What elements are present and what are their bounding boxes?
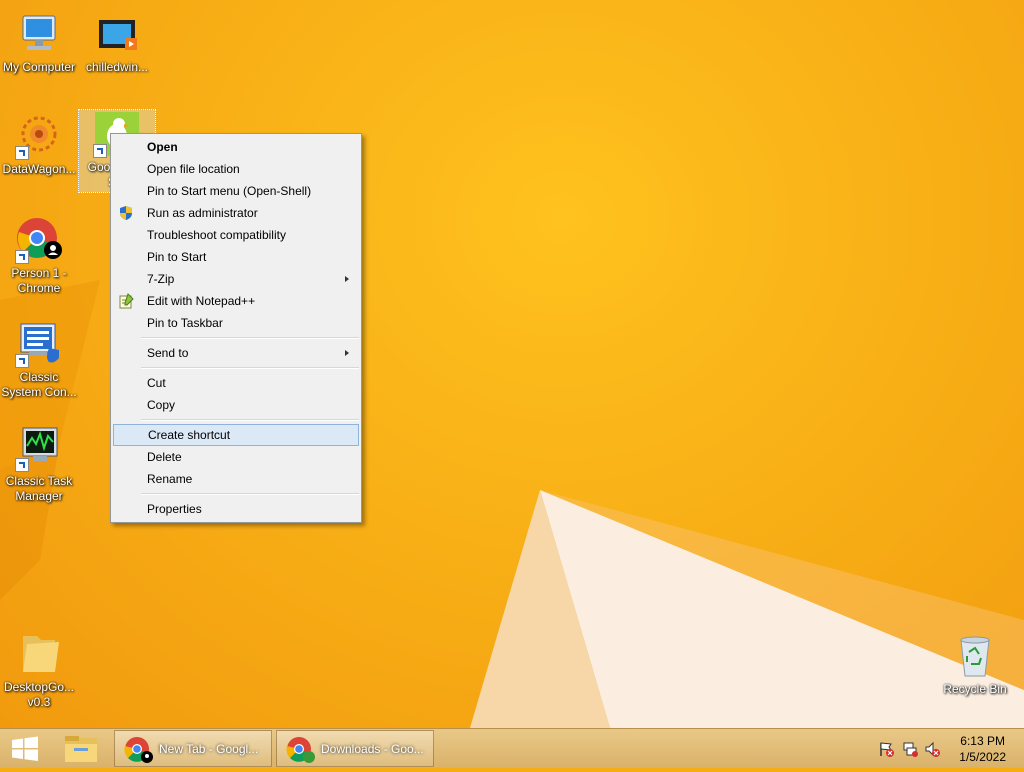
computer-icon: [15, 10, 63, 58]
taskbar: New Tab - Googl... Downloads - Goo... 6:…: [0, 728, 1024, 768]
menu-item-label: Create shortcut: [148, 428, 231, 442]
clock-date: 1/5/2022: [959, 750, 1006, 764]
desktop-icon-label: Classic Task Manager: [5, 474, 73, 503]
menu-item-open-file-location[interactable]: Open file location: [113, 158, 359, 180]
menu-item-pin-start-open-shell[interactable]: Pin to Start menu (Open-Shell): [113, 180, 359, 202]
system-tray: 6:13 PM 1/5/2022: [864, 729, 1024, 769]
menu-item-7zip[interactable]: 7-Zip: [113, 268, 359, 290]
desktop-icon-label: DesktopGo... v0.3: [3, 680, 75, 709]
menu-separator: [141, 337, 359, 339]
start-button[interactable]: [0, 730, 50, 767]
desktop-icon-label: chilledwin...: [85, 60, 149, 74]
desktop-icon-classic-task-manager[interactable]: Classic Task Manager: [0, 424, 78, 504]
menu-item-label: Cut: [147, 376, 166, 390]
desktop-icon-label: DataWagon...: [2, 162, 76, 176]
menu-item-copy[interactable]: Copy: [113, 394, 359, 416]
shortcut-arrow-icon: [15, 146, 29, 160]
menu-item-pin-to-start[interactable]: Pin to Start: [113, 246, 359, 268]
menu-item-label: Pin to Taskbar: [147, 316, 223, 330]
menu-item-run-as-administrator[interactable]: Run as administrator: [113, 202, 359, 224]
taskbar-task-chrome-downloads[interactable]: Downloads - Goo...: [276, 730, 434, 767]
menu-separator: [141, 367, 359, 369]
menu-item-label: Edit with Notepad++: [147, 294, 256, 308]
desktop-icon-datawagon[interactable]: DataWagon...: [0, 112, 78, 177]
desktop-icon-recycle-bin[interactable]: Recycle Bin: [936, 632, 1014, 697]
desktop-icon-desktopgoose-folder[interactable]: DesktopGo... v0.3: [0, 630, 78, 710]
file-explorer-icon: [65, 736, 97, 762]
menu-item-pin-to-taskbar[interactable]: Pin to Taskbar: [113, 312, 359, 334]
shortcut-arrow-icon: [15, 250, 29, 264]
notepadpp-icon: [118, 293, 134, 309]
desktop-icon-chilledwin[interactable]: chilledwin...: [78, 10, 156, 75]
menu-separator: [141, 493, 359, 495]
menu-item-label: Delete: [147, 450, 182, 464]
shortcut-arrow-icon: [93, 144, 107, 158]
context-menu: Open Open file location Pin to Start men…: [110, 133, 362, 523]
menu-item-label: Open file location: [147, 162, 240, 176]
windows-logo-icon: [12, 736, 38, 761]
menu-item-troubleshoot-compatibility[interactable]: Troubleshoot compatibility: [113, 224, 359, 246]
menu-item-send-to[interactable]: Send to: [113, 342, 359, 364]
recycle-bin-icon: [951, 632, 999, 680]
desktop-icon-label: Person 1 - Chrome: [11, 266, 67, 295]
menu-item-delete[interactable]: Delete: [113, 446, 359, 468]
taskbar-task-label: New Tab - Googl...: [159, 742, 259, 756]
menu-item-label: Rename: [147, 472, 193, 486]
desktop-icon-label: Classic System Con...: [1, 370, 77, 399]
folder-icon: [15, 630, 63, 678]
control-panel-icon: [15, 320, 63, 368]
menu-separator: [141, 419, 359, 421]
submenu-arrow-icon: [345, 276, 349, 282]
video-file-icon: [93, 10, 141, 58]
menu-item-create-shortcut[interactable]: Create shortcut: [113, 424, 359, 446]
volume-muted-icon[interactable]: [924, 741, 940, 757]
shortcut-arrow-icon: [15, 458, 29, 472]
menu-item-label: Open: [147, 140, 178, 154]
menu-item-open[interactable]: Open: [113, 136, 359, 158]
task-manager-icon: [15, 424, 63, 472]
desktop-icon-chrome-person1[interactable]: Person 1 - Chrome: [0, 216, 78, 296]
menu-item-label: Send to: [147, 346, 189, 360]
desktop-icon-label: Recycle Bin: [943, 682, 1007, 696]
chrome-icon: [124, 737, 153, 763]
clock-time: 6:13 PM: [960, 734, 1005, 748]
taskbar-task-chrome-new-tab[interactable]: New Tab - Googl...: [114, 730, 272, 767]
menu-item-label: Pin to Start menu (Open-Shell): [147, 184, 312, 198]
menu-item-label: Troubleshoot compatibility: [147, 228, 286, 242]
action-center-flag-icon[interactable]: [878, 741, 894, 757]
desktop-icon-my-computer[interactable]: My Computer: [0, 10, 78, 75]
taskbar-task-label: Downloads - Goo...: [321, 742, 424, 756]
desktop-icon-classic-system-control[interactable]: Classic System Con...: [0, 320, 78, 400]
submenu-arrow-icon: [345, 350, 349, 356]
menu-item-label: Pin to Start: [147, 250, 207, 264]
taskbar-clock[interactable]: 6:13 PM 1/5/2022: [959, 733, 1006, 765]
menu-item-label: Run as administrator: [147, 206, 258, 220]
menu-item-label: Copy: [147, 398, 176, 412]
menu-item-properties[interactable]: Properties: [113, 498, 359, 520]
menu-item-label: 7-Zip: [147, 272, 175, 286]
shortcut-arrow-icon: [15, 354, 29, 368]
network-icon[interactable]: [902, 741, 918, 757]
uac-shield-icon: [118, 205, 134, 221]
menu-item-rename[interactable]: Rename: [113, 468, 359, 490]
desktop-icon-label: My Computer: [2, 60, 76, 74]
menu-item-label: Properties: [147, 502, 202, 516]
file-explorer-taskbar-button[interactable]: [56, 730, 108, 767]
menu-item-edit-notepadpp[interactable]: Edit with Notepad++: [113, 290, 359, 312]
chrome-icon: [286, 737, 315, 763]
datawagon-sun-icon: [15, 112, 63, 160]
chrome-icon: [15, 216, 63, 264]
menu-item-cut[interactable]: Cut: [113, 372, 359, 394]
